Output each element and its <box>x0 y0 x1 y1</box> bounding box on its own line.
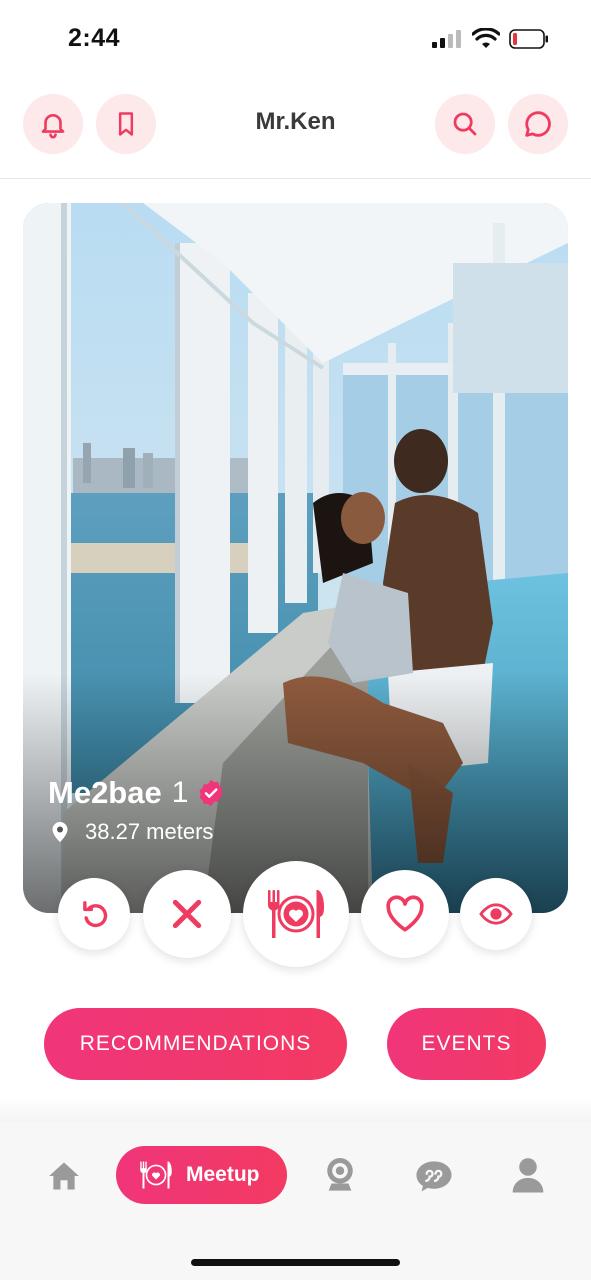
distance-row: 38.27 meters <box>51 819 213 845</box>
dislike-button[interactable] <box>143 870 231 958</box>
nav-home[interactable] <box>44 1156 84 1196</box>
close-icon <box>172 899 202 929</box>
heart-icon <box>386 895 424 932</box>
like-button[interactable] <box>361 870 449 958</box>
nav-meetup[interactable]: Meetup <box>116 1146 287 1204</box>
nav-live[interactable] <box>320 1154 360 1196</box>
home-indicator <box>191 1259 400 1266</box>
quote-chat-icon <box>416 1161 452 1192</box>
nav-separator <box>0 1098 591 1122</box>
webcam-icon <box>327 1158 353 1191</box>
eye-icon <box>479 903 513 925</box>
view-profile-button[interactable] <box>460 878 532 950</box>
messages-button[interactable] <box>508 94 568 154</box>
page-title: Mr.Ken <box>255 108 336 135</box>
bottom-nav <box>0 1122 591 1280</box>
profile-name-row: Me2bae 1 <box>48 775 226 811</box>
header-divider <box>0 178 591 179</box>
meetup-button[interactable] <box>243 861 349 967</box>
search-icon <box>453 112 477 136</box>
profile-name: Me2bae <box>48 775 162 810</box>
dinner-plate-icon <box>140 1161 172 1189</box>
status-time: 2:44 <box>68 24 121 52</box>
wifi-icon <box>472 28 500 48</box>
app-header: Mr.Ken <box>0 90 591 160</box>
rewind-button[interactable] <box>58 878 130 950</box>
verified-badge-icon <box>199 779 223 807</box>
rewind-icon <box>83 901 108 928</box>
user-icon <box>512 1158 544 1193</box>
dinner-plate-icon <box>268 890 324 938</box>
nav-profile[interactable] <box>508 1154 548 1196</box>
nav-chats[interactable] <box>413 1156 455 1196</box>
events-button[interactable]: EVENTS <box>387 1008 546 1080</box>
nav-meetup-label: Meetup <box>186 1163 260 1186</box>
search-button[interactable] <box>435 94 495 154</box>
status-bar: 2:44 <box>0 0 591 70</box>
profile-age: 1 <box>171 776 189 809</box>
location-pin-icon <box>52 822 68 842</box>
profile-card[interactable]: Me2bae 1 38.27 meters <box>23 203 568 913</box>
battery-icon <box>509 29 548 49</box>
home-icon <box>49 1162 79 1190</box>
recommendations-button[interactable]: RECOMMENDATIONS <box>44 1008 347 1080</box>
chat-bubble-icon <box>525 111 551 137</box>
cellular-signal-icon <box>432 30 462 48</box>
distance-text: 38.27 meters <box>85 819 214 844</box>
